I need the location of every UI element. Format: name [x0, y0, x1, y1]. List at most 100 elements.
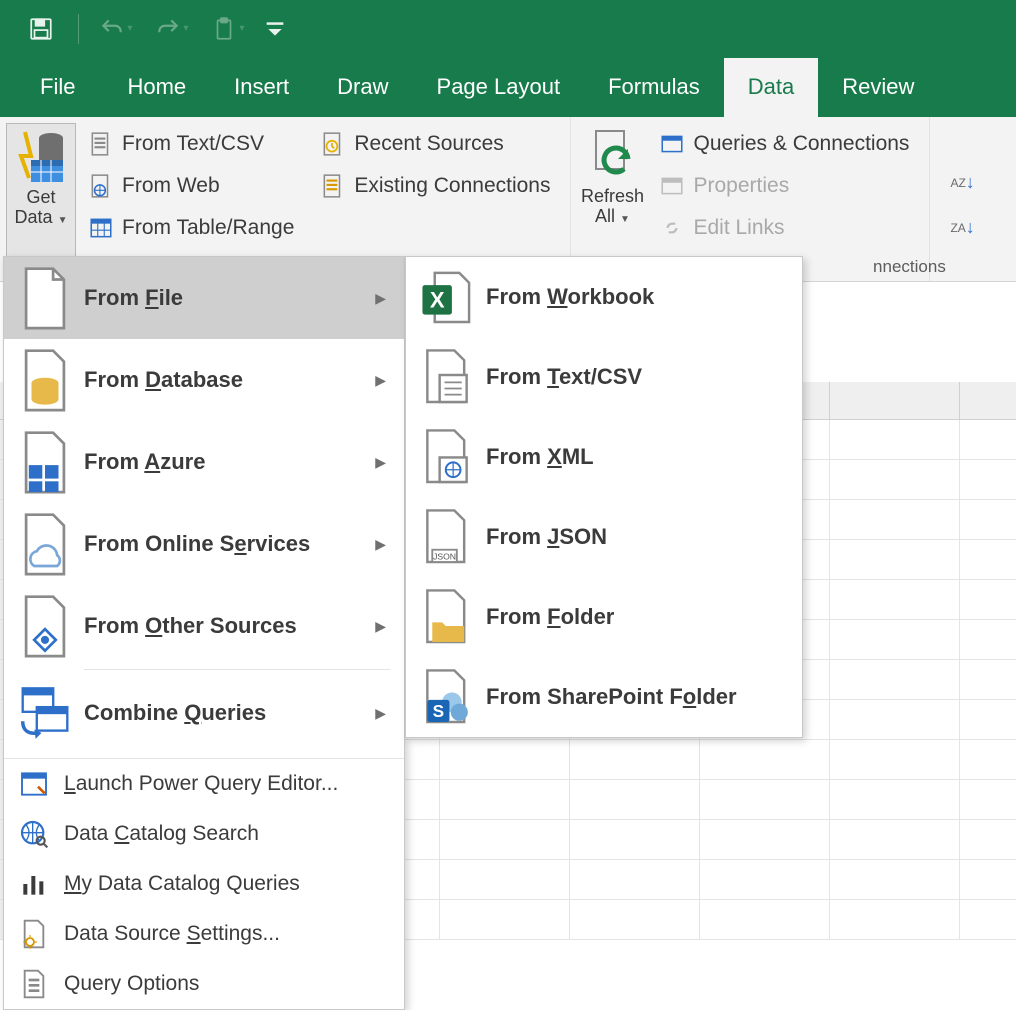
sort-asc-button[interactable]: AZ↓: [950, 172, 973, 193]
svg-text:S: S: [433, 701, 444, 721]
submenu-label-textcsv: From Text/CSV: [486, 364, 784, 390]
submenu-item-from-json[interactable]: JSON From JSON: [406, 497, 802, 577]
tab-file[interactable]: File: [20, 58, 103, 117]
file-csv-icon: [88, 131, 114, 157]
pq-editor-icon: [18, 768, 50, 800]
ribbon-tabs: File Home Insert Draw Page Layout Formul…: [0, 57, 1016, 117]
link-icon: [659, 215, 685, 241]
submenu-label-xml: From XML: [486, 444, 784, 470]
submenu-label-workbook: From Workbook: [486, 284, 784, 310]
queries-connections-label: Queries & Connections: [693, 132, 909, 156]
menu-item-from-azure[interactable]: From Azure ▶: [4, 421, 404, 503]
menu-item-combine-queries[interactable]: Combine Queries ▶: [4, 672, 404, 754]
menu-item-from-online-services[interactable]: From Online Services ▶: [4, 503, 404, 585]
globe-search-icon: [18, 818, 50, 850]
menu-item-catalog-search[interactable]: Data Catalog Search: [4, 809, 404, 859]
tab-page-layout[interactable]: Page Layout: [413, 58, 585, 117]
from-text-csv-button[interactable]: From Text/CSV: [82, 127, 300, 161]
save-button[interactable]: [22, 10, 60, 48]
globe-file-icon: [88, 173, 114, 199]
bar-chart-icon: [18, 868, 50, 900]
tab-insert[interactable]: Insert: [210, 58, 313, 117]
submenu-label-json: From JSON: [486, 524, 784, 550]
recent-sources-button[interactable]: Recent Sources: [314, 127, 556, 161]
chevron-right-icon: ▶: [375, 372, 386, 389]
menu-item-my-catalog[interactable]: My Data Catalog Queries: [4, 859, 404, 909]
cloud-file-icon: [18, 514, 72, 574]
refresh-all-button[interactable]: RefreshAll ▼: [577, 123, 647, 275]
combine-queries-icon: [18, 683, 72, 743]
database-lightning-icon: [17, 128, 65, 184]
menu-item-from-file[interactable]: From File ▶: [4, 257, 404, 339]
textcsv-file-icon: [420, 347, 474, 407]
from-text-csv-label: From Text/CSV: [122, 132, 264, 156]
chevron-right-icon: ▶: [375, 705, 386, 722]
recent-file-icon: [320, 131, 346, 157]
menu-label-data-source-settings: Data Source Settings...: [64, 922, 280, 946]
recent-sources-label: Recent Sources: [354, 132, 503, 156]
properties-label: Properties: [693, 174, 789, 198]
properties-icon: [659, 173, 685, 199]
from-table-range-label: From Table/Range: [122, 216, 294, 240]
menu-label-from-online: From Online Services: [84, 531, 375, 557]
submenu-item-from-textcsv[interactable]: From Text/CSV: [406, 337, 802, 417]
menu-label-from-file: From File: [84, 285, 375, 311]
chevron-right-icon: ▶: [375, 536, 386, 553]
menu-item-from-database[interactable]: From Database ▶: [4, 339, 404, 421]
sort-desc-button[interactable]: ZA↓: [950, 217, 973, 238]
from-file-submenu: X From Workbook From Text/CSV From XML J…: [405, 256, 803, 738]
menu-item-data-source-settings[interactable]: Data Source Settings...: [4, 909, 404, 959]
azure-file-icon: [18, 432, 72, 492]
menu-label-from-database: From Database: [84, 367, 375, 393]
svg-text:JSON: JSON: [433, 551, 456, 561]
ribbon-group-sort: AZ↓ ZA↓: [930, 117, 989, 281]
chevron-right-icon: ▶: [375, 454, 386, 471]
folder-file-icon: [420, 587, 474, 647]
menu-label-my-catalog: My Data Catalog Queries: [64, 872, 300, 896]
submenu-item-from-xml[interactable]: From XML: [406, 417, 802, 497]
menu-item-launch-pq[interactable]: Launch Power Query Editor...: [4, 759, 404, 809]
tab-data[interactable]: Data: [724, 58, 818, 117]
other-sources-file-icon: [18, 596, 72, 656]
table-icon: [88, 215, 114, 241]
chevron-right-icon: ▶: [375, 618, 386, 635]
tab-formulas[interactable]: Formulas: [584, 58, 724, 117]
separator: [78, 14, 79, 44]
get-data-menu: From File ▶ From Database ▶ From Azure ▶…: [3, 256, 405, 1010]
menu-item-query-options[interactable]: Query Options: [4, 959, 404, 1009]
properties-button: Properties: [653, 169, 915, 203]
menu-separator: [84, 669, 390, 670]
undo-button[interactable]: [97, 10, 135, 48]
edit-links-label: Edit Links: [693, 216, 784, 240]
excel-file-icon: X: [420, 267, 474, 327]
tab-draw[interactable]: Draw: [313, 58, 412, 117]
qat-customize-button[interactable]: [265, 10, 285, 48]
get-data-button[interactable]: GetData ▼: [6, 123, 76, 275]
refresh-icon: [588, 127, 636, 183]
submenu-item-from-sharepoint-folder[interactable]: S From SharePoint Folder: [406, 657, 802, 737]
from-web-button[interactable]: From Web: [82, 169, 300, 203]
svg-text:X: X: [430, 287, 445, 312]
quick-access-toolbar: [0, 0, 1016, 57]
submenu-item-from-folder[interactable]: From Folder: [406, 577, 802, 657]
refresh-label-1: Refresh: [581, 186, 644, 206]
menu-item-from-other-sources[interactable]: From Other Sources ▶: [4, 585, 404, 667]
from-table-range-button[interactable]: From Table/Range: [82, 211, 300, 245]
tab-review[interactable]: Review: [818, 58, 938, 117]
file-gear-icon: [18, 918, 50, 950]
submenu-label-sharepoint: From SharePoint Folder: [486, 684, 784, 710]
queries-connections-button[interactable]: Queries & Connections: [653, 127, 915, 161]
xml-file-icon: [420, 427, 474, 487]
refresh-label-2: All: [595, 206, 615, 226]
file-icon: [18, 268, 72, 328]
paste-button[interactable]: [209, 10, 247, 48]
existing-connections-button[interactable]: Existing Connections: [314, 169, 556, 203]
file-checklist-icon: [18, 968, 50, 1000]
menu-label-combine: Combine Queries: [84, 700, 375, 726]
menu-label-from-azure: From Azure: [84, 449, 375, 475]
tab-home[interactable]: Home: [103, 58, 210, 117]
edit-links-button: Edit Links: [653, 211, 915, 245]
submenu-item-from-workbook[interactable]: X From Workbook: [406, 257, 802, 337]
menu-label-query-options: Query Options: [64, 972, 199, 996]
redo-button[interactable]: [153, 10, 191, 48]
